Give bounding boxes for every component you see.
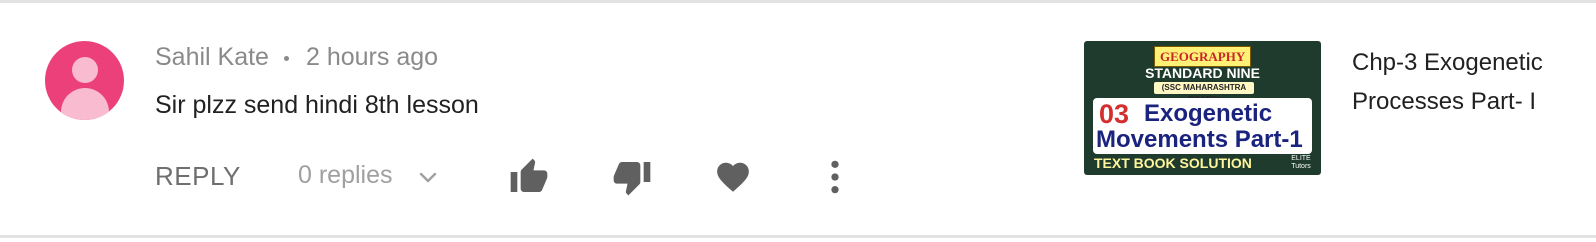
bottom-divider: [0, 235, 1596, 238]
thumbnail-standard: STANDARD NINE: [1145, 65, 1260, 81]
comment-author[interactable]: Sahil Kate: [155, 43, 269, 72]
video-title-link[interactable]: Chp-3 Exogenetic Processes Part- I: [1352, 43, 1572, 121]
comment-text: Sir plzz send hindi 8th lesson: [155, 91, 479, 119]
thumbnail-title-line-2: Movements Part-1: [1096, 126, 1303, 153]
thumbnail-brand-name: ELITE: [1291, 155, 1311, 162]
reply-button[interactable]: REPLY: [155, 161, 241, 192]
thumbnail-subject-tag: GEOGRAPHY: [1154, 46, 1252, 67]
thumbnail-footer: TEXT BOOK SOLUTION: [1094, 155, 1252, 171]
thumbnail-board: (SSC MAHARASHTRA BOARD): [1154, 82, 1254, 104]
separator-dot: [284, 56, 289, 61]
avatar[interactable]: [45, 41, 124, 120]
replies-count[interactable]: 0 replies: [298, 161, 393, 190]
video-thumbnail[interactable]: GEOGRAPHY STANDARD NINE (SSC MAHARASHTRA…: [1084, 41, 1321, 175]
avatar-body-shape: [61, 88, 109, 120]
top-divider: [0, 0, 1596, 3]
comment-time[interactable]: 2 hours ago: [306, 43, 438, 72]
thumbnail-title-line-1: Exogenetic: [1144, 100, 1273, 127]
thumbnail-brand-sub: Tutors: [1291, 163, 1311, 170]
avatar-head-shape: [72, 57, 98, 83]
chevron-down-icon[interactable]: [416, 166, 440, 190]
thumbs-up-icon[interactable]: [509, 157, 549, 197]
more-vertical-icon[interactable]: [822, 158, 848, 196]
heart-icon[interactable]: [714, 158, 752, 196]
thumbs-down-icon[interactable]: [612, 157, 652, 197]
thumbnail-brand: ELITE Tutors: [1288, 155, 1314, 171]
